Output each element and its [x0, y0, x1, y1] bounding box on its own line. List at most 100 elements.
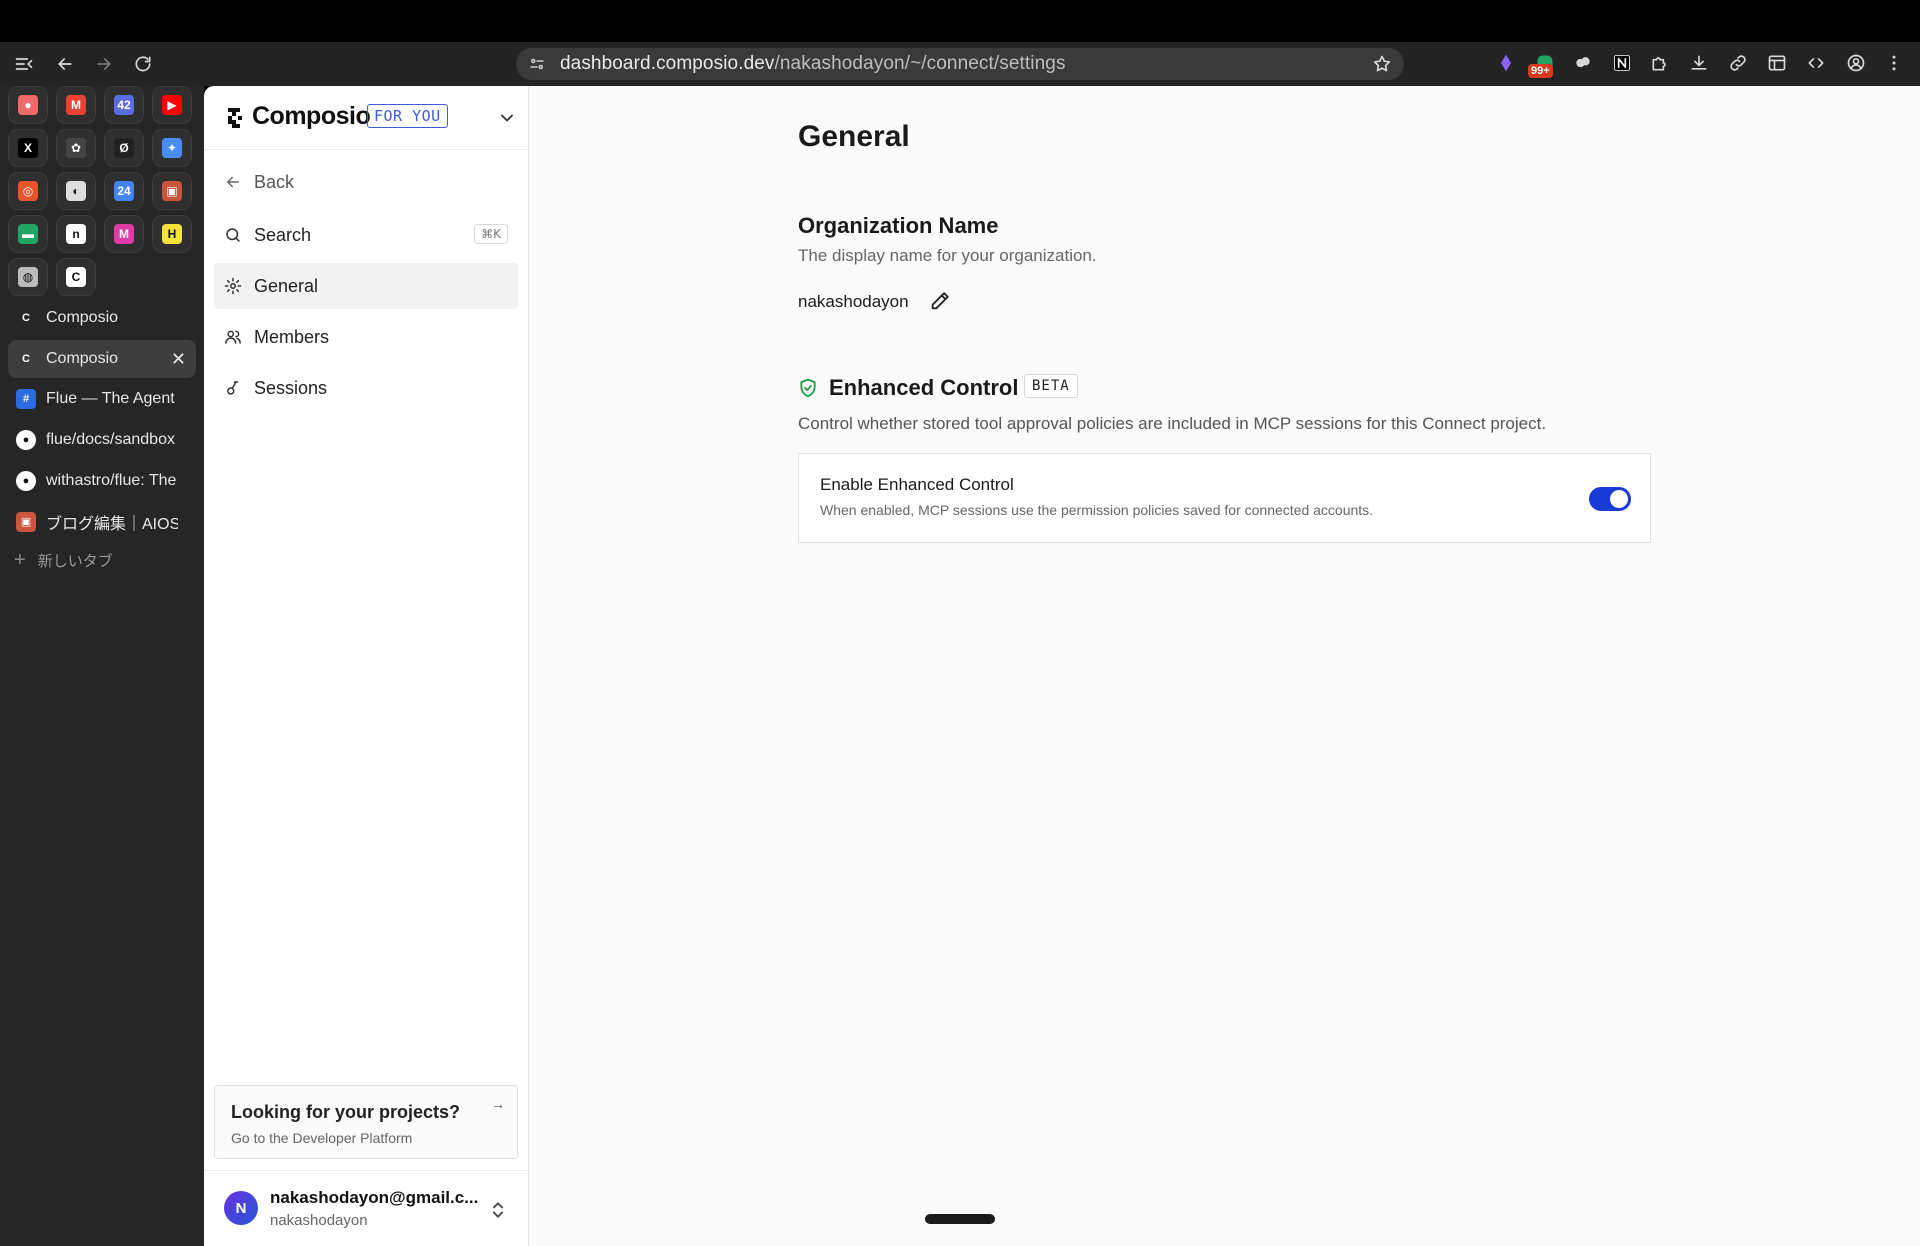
- back-link[interactable]: Back: [214, 159, 518, 205]
- workspace-switcher[interactable]: Composio FOR YOU: [204, 86, 529, 150]
- pinned-tab[interactable]: ◐: [56, 172, 96, 210]
- nav-item-sessions[interactable]: Sessions: [214, 365, 518, 411]
- calendar-count-icon: 42: [114, 95, 134, 115]
- reload-icon[interactable]: [131, 52, 155, 76]
- close-tab-icon[interactable]: ✕: [171, 349, 186, 370]
- org-name-value: nakashodayon: [798, 292, 909, 311]
- extension-purple-icon[interactable]: [1494, 51, 1518, 75]
- tab-item[interactable]: ● withastro/flue: The: [8, 462, 196, 500]
- linear-icon: ◐: [66, 181, 86, 201]
- chevron-down-icon[interactable]: [497, 108, 517, 128]
- gemini-icon: ✦: [162, 138, 182, 158]
- forward-arrow-icon[interactable]: [92, 52, 116, 76]
- gmail-icon: M: [66, 95, 86, 115]
- enhanced-control-card: Enable Enhanced Control When enabled, MC…: [798, 453, 1651, 543]
- globe-icon: ◍: [18, 267, 38, 287]
- back-arrow-icon[interactable]: [53, 52, 77, 76]
- tab-item[interactable]: ▣ ブログ編集｜AIOS: [8, 503, 196, 541]
- org-section-title: Organization Name: [798, 213, 999, 238]
- pinned-tab[interactable]: ▬: [8, 215, 48, 253]
- sidebar-toggle-icon[interactable]: [12, 52, 36, 76]
- user-name: nakashodayon: [270, 1212, 368, 1229]
- m-app-icon: M: [114, 224, 134, 244]
- pinned-tab[interactable]: M: [104, 215, 144, 253]
- tab-label: ブログ編集｜AIOS: [46, 515, 178, 533]
- tab-label: Composio: [46, 309, 119, 326]
- tab-label: Flue — The Agent I: [46, 390, 178, 408]
- pinned-tab[interactable]: Ø: [104, 129, 144, 167]
- perplexity-icon: Ø: [114, 138, 134, 158]
- tab-label: Composio: [46, 349, 119, 367]
- main-content: General Organization Name The display na…: [529, 86, 1920, 1246]
- for-you-badge: FOR YOU: [367, 104, 448, 128]
- pinned-tab[interactable]: ●: [8, 86, 48, 124]
- org-section-description: The display name for your organization.: [798, 246, 1097, 265]
- nav-item-general[interactable]: General: [214, 263, 518, 309]
- pinned-tab[interactable]: ✦: [152, 129, 192, 167]
- profile-icon[interactable]: [1844, 51, 1868, 75]
- search-icon: [226, 228, 240, 242]
- app-logo-text: Composio: [252, 102, 371, 130]
- users-icon: [225, 330, 241, 344]
- notion-icon[interactable]: [1610, 51, 1634, 75]
- pencil-edit-icon[interactable]: [929, 290, 951, 312]
- address-bar[interactable]: dashboard.composio.dev/nakashodayon/~/co…: [516, 48, 1404, 80]
- search-label: Search: [254, 224, 312, 245]
- pinned-tab[interactable]: ▣: [152, 172, 192, 210]
- pinned-tab[interactable]: n: [56, 215, 96, 253]
- chevron-up-down-icon[interactable]: [488, 1200, 508, 1220]
- system-top-bar: [0, 0, 1920, 42]
- pinned-tab[interactable]: C: [56, 258, 96, 296]
- extension-cloud-icon[interactable]: [1571, 51, 1595, 75]
- menu-dots-icon[interactable]: [1882, 51, 1906, 75]
- home-indicator: [925, 1214, 995, 1224]
- chatgpt-icon: ✿: [66, 138, 86, 158]
- code-icon[interactable]: [1804, 51, 1828, 75]
- composio-logo-icon: [228, 108, 242, 128]
- meet-icon: ▬: [18, 224, 38, 244]
- tab-item[interactable]: ● flue/docs/sandbox: [8, 421, 196, 459]
- pinned-tab[interactable]: ▶: [152, 86, 192, 124]
- tab-item[interactable]: # Flue — The Agent I: [8, 380, 196, 418]
- nav-item-label: Sessions: [254, 377, 328, 398]
- search-button[interactable]: Search ⌘K: [214, 212, 518, 258]
- layout-icon[interactable]: [1765, 51, 1789, 75]
- pinned-tab[interactable]: ◍: [8, 258, 48, 296]
- projects-card[interactable]: Looking for your projects? Go to the Dev…: [214, 1085, 518, 1159]
- enable-enhanced-control-label: Enable Enhanced Control: [820, 475, 1014, 494]
- projects-card-title: Looking for your projects?: [231, 1102, 461, 1122]
- profile-image-icon: ▣: [162, 181, 182, 201]
- enhanced-control-description: Control whether stored tool approval pol…: [798, 414, 1547, 433]
- tab-label: flue/docs/sandbox: [46, 431, 175, 449]
- user-email: nakashodayon@gmail.c...: [270, 1188, 479, 1207]
- page-title: General: [798, 120, 910, 153]
- new-tab-button[interactable]: + 新しいタブ: [14, 549, 113, 572]
- pinned-tab[interactable]: H: [152, 215, 192, 253]
- pinned-tab[interactable]: ◎: [8, 172, 48, 210]
- nav-item-label: Members: [254, 326, 330, 347]
- enhanced-control-toggle[interactable]: [1589, 487, 1631, 511]
- tab-item[interactable]: C Composio: [8, 299, 196, 337]
- tab-item[interactable]: C Composio ✕: [8, 339, 196, 378]
- pinned-tab[interactable]: 42: [104, 86, 144, 124]
- nav-item-members[interactable]: Members: [214, 314, 518, 360]
- pinned-tab[interactable]: ✿: [56, 129, 96, 167]
- toggle-knob: [1610, 490, 1628, 508]
- site-settings-icon[interactable]: [528, 55, 546, 73]
- link-icon[interactable]: [1726, 51, 1750, 75]
- app-sidebar: Composio FOR YOU Back Search ⌘K General …: [204, 86, 529, 1246]
- bookmark-star-icon[interactable]: [1372, 54, 1392, 74]
- extensions-puzzle-icon[interactable]: [1648, 51, 1672, 75]
- avatar: N: [224, 1191, 258, 1225]
- gear-icon: [224, 277, 242, 295]
- pinned-tab[interactable]: M: [56, 86, 96, 124]
- pinned-tab[interactable]: X: [8, 129, 48, 167]
- arrow-left-icon: [227, 176, 239, 188]
- sessions-icon: [227, 381, 239, 395]
- download-icon[interactable]: [1687, 51, 1711, 75]
- x-icon: X: [18, 138, 38, 158]
- enhanced-control-title: Enhanced Control: [829, 375, 1019, 400]
- h-app-icon: H: [162, 224, 182, 244]
- flue-icon: #: [16, 389, 36, 410]
- pinned-tab[interactable]: 24: [104, 172, 144, 210]
